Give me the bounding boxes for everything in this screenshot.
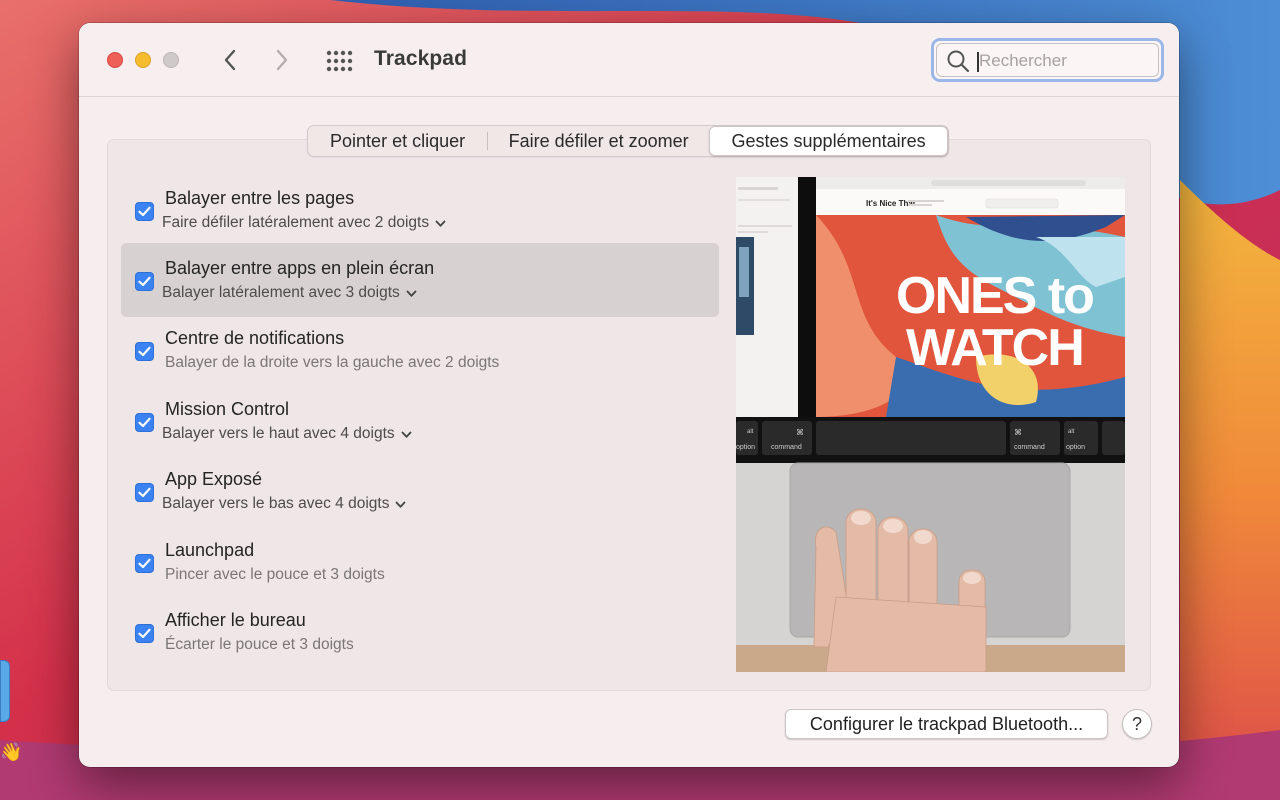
checkmark-icon — [138, 206, 151, 217]
chevron-down-icon — [435, 220, 446, 227]
gesture-title: App Exposé — [165, 469, 263, 489]
title-bar: Trackpad — [79, 23, 1179, 97]
gesture-row-balayer-entre-apps[interactable]: Balayer entre apps en plein écran Balaye… — [121, 243, 719, 317]
configure-bluetooth-trackpad-button[interactable]: Configurer le trackpad Bluetooth... — [785, 709, 1108, 739]
key-cmd-symbol-left: ⌘ — [796, 428, 804, 437]
tab-pointer-et-cliquer[interactable]: Pointer et cliquer — [308, 126, 487, 156]
gesture-option-popup[interactable]: Faire défiler latéralement avec 2 doigts — [162, 214, 446, 232]
gesture-checkbox[interactable] — [135, 272, 154, 291]
gesture-subtitle: Écarter le pouce et 3 doigts — [165, 636, 354, 653]
gesture-checkbox[interactable] — [135, 413, 154, 432]
gesture-title: Afficher le bureau — [165, 610, 306, 630]
checkmark-icon — [138, 628, 151, 639]
tab-gestes-supplementaires[interactable]: Gestes supplémentaires — [709, 126, 949, 156]
gesture-subtitle: Balayer vers le haut avec 4 doigts — [162, 425, 395, 442]
gesture-title: Launchpad — [165, 540, 255, 560]
dock-app-icon-peek[interactable] — [0, 660, 10, 722]
gesture-title: Balayer entre les pages — [165, 188, 355, 208]
checkmark-icon — [138, 346, 151, 357]
gesture-subtitle: Balayer vers le bas avec 4 doigts — [162, 495, 390, 512]
gesture-subtitle: Balayer latéralement avec 3 doigts — [162, 284, 400, 301]
key-alt-right: alt — [1068, 429, 1075, 435]
tab-faire-defiler-et-zoomer[interactable]: Faire défiler et zoomer — [488, 126, 709, 156]
search-input[interactable] — [979, 46, 1149, 76]
preview-illustration: It's Nice That ONES to WATCH alt option … — [736, 177, 1125, 672]
chevron-down-icon — [406, 290, 417, 297]
preview-headline-line2: WATCH — [906, 319, 1083, 377]
gesture-title: Centre de notifications — [165, 328, 345, 348]
segmented-tab-control: Pointer et cliquer Faire défiler et zoom… — [307, 125, 949, 157]
back-button[interactable] — [217, 47, 243, 73]
chevron-left-icon — [224, 49, 236, 71]
key-command-left: command — [771, 444, 802, 451]
gesture-row-centre-de-notifications[interactable]: Centre de notifications Balayer de la dr… — [121, 313, 719, 387]
checkmark-icon — [138, 276, 151, 287]
checkmark-icon — [138, 487, 151, 498]
gesture-row-mission-control[interactable]: Mission Control Balayer vers le haut ave… — [121, 384, 719, 458]
preview-headline-line1: ONES to — [896, 267, 1093, 325]
forward-button[interactable] — [269, 47, 295, 73]
gesture-subtitle: Balayer de la droite vers la gauche avec… — [165, 354, 500, 371]
help-button[interactable]: ? — [1122, 709, 1152, 739]
key-cmd-symbol-right: ⌘ — [1014, 428, 1022, 437]
window-title: Trackpad — [374, 47, 468, 70]
key-alt-left: alt — [747, 429, 754, 435]
gesture-checkbox[interactable] — [135, 342, 154, 361]
system-preferences-window: Trackpad Pointer et cliquer Faire défile… — [79, 23, 1179, 767]
gesture-option-popup[interactable]: Balayer latéralement avec 3 doigts — [162, 284, 417, 302]
search-icon — [947, 50, 970, 73]
zoom-window-button[interactable] — [163, 52, 179, 68]
gesture-checkbox[interactable] — [135, 624, 154, 643]
gesture-row-launchpad[interactable]: Launchpad Pincer avec le pouce et 3 doig… — [121, 525, 719, 599]
dock-hand-icon: 👋 — [0, 742, 23, 762]
gesture-option-popup[interactable]: Balayer vers le bas avec 4 doigts — [162, 495, 406, 513]
key-option-left: option — [736, 444, 755, 451]
chevron-down-icon — [396, 501, 406, 508]
gesture-title: Balayer entre apps en plein écran — [165, 258, 435, 278]
key-command-right: command — [1014, 444, 1045, 451]
gesture-subtitle: Faire défiler latéralement avec 2 doigts — [162, 214, 430, 231]
key-option-right: option — [1066, 444, 1085, 451]
gesture-subtitle: Pincer avec le pouce et 3 doigts — [165, 566, 385, 583]
gesture-row-app-expose[interactable]: App Exposé Balayer vers le bas avec 4 do… — [121, 454, 719, 528]
gesture-checkbox[interactable] — [135, 554, 154, 573]
gesture-preview-video: It's Nice That ONES to WATCH alt option … — [736, 177, 1125, 672]
close-window-button[interactable] — [107, 52, 123, 68]
checkmark-icon — [138, 417, 151, 428]
gesture-title: Mission Control — [165, 399, 290, 419]
grid-icon — [326, 50, 353, 72]
gesture-row-balayer-entre-les-pages[interactable]: Balayer entre les pages Faire défiler la… — [121, 173, 719, 247]
gesture-checkbox[interactable] — [135, 202, 154, 221]
gesture-checkbox[interactable] — [135, 483, 154, 502]
chevron-down-icon — [401, 431, 412, 438]
checkmark-icon — [138, 558, 151, 569]
search-field[interactable] — [931, 38, 1164, 82]
chevron-right-icon — [276, 49, 288, 71]
gesture-option-popup[interactable]: Balayer vers le haut avec 4 doigts — [162, 425, 412, 443]
gesture-row-afficher-le-bureau[interactable]: Afficher le bureau Écarter le pouce et 3… — [121, 595, 719, 669]
minimize-window-button[interactable] — [135, 52, 151, 68]
show-all-preferences-button[interactable] — [325, 49, 355, 73]
